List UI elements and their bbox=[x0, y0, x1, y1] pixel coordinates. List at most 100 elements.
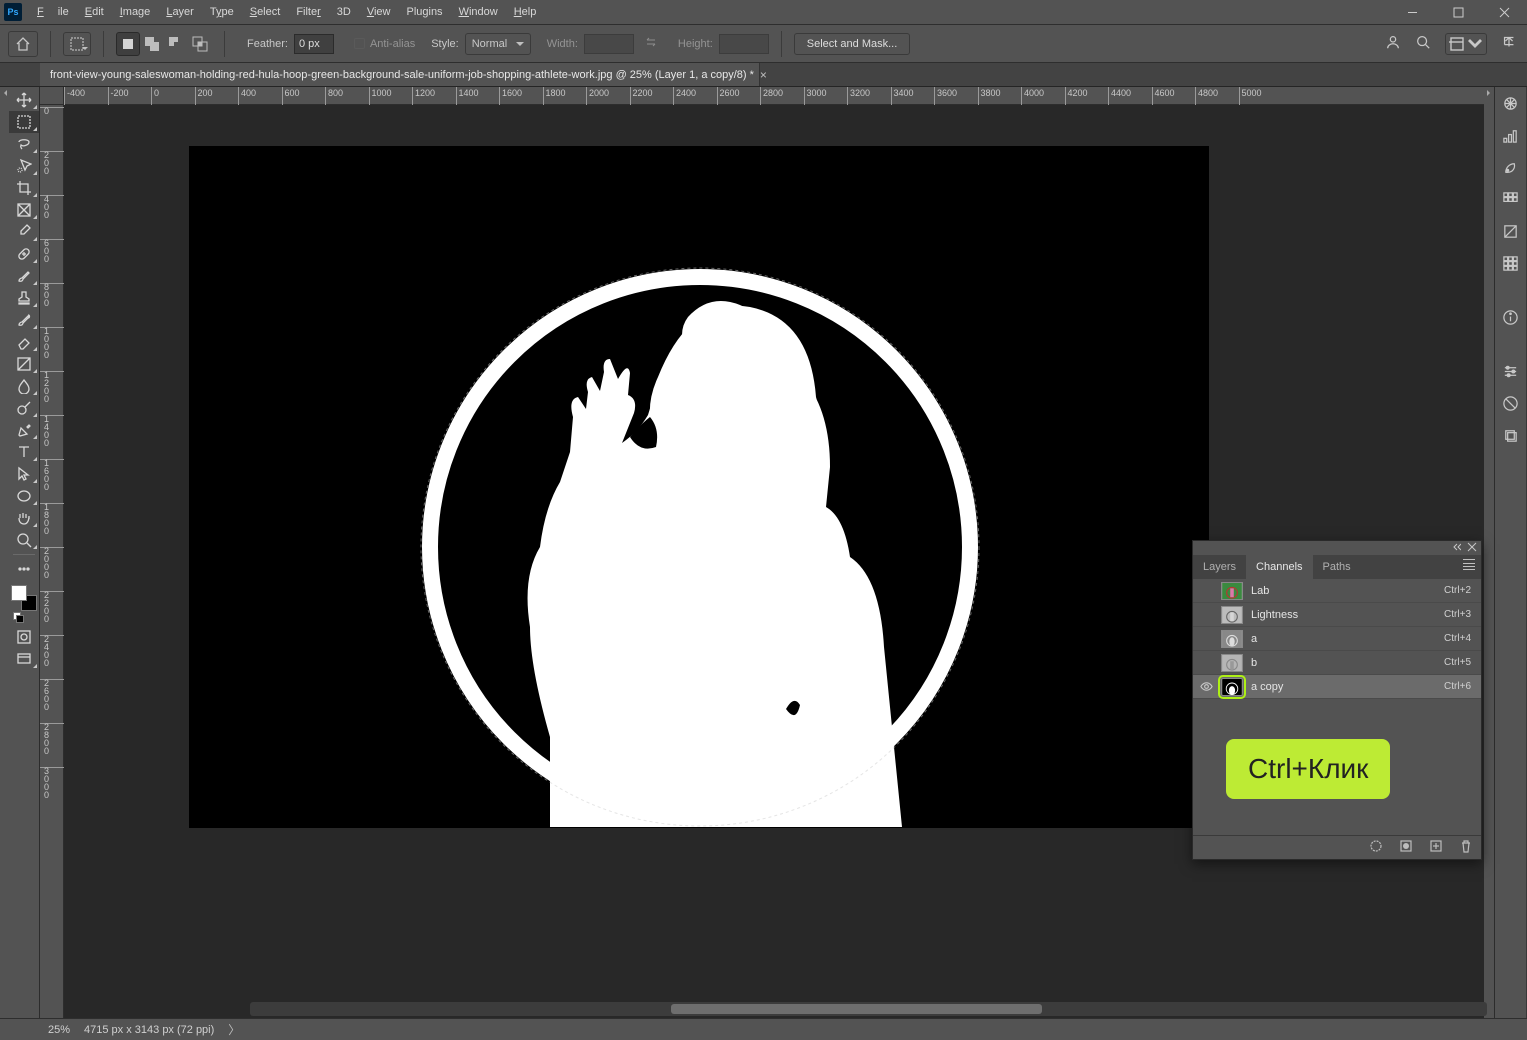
document-canvas[interactable] bbox=[190, 147, 1208, 827]
channel-row[interactable]: a Ctrl+4 bbox=[1193, 627, 1481, 651]
frame-tool[interactable] bbox=[9, 199, 39, 221]
zoom-level[interactable]: 25% bbox=[48, 1024, 70, 1036]
cloud-user-icon[interactable] bbox=[1385, 34, 1401, 53]
shape-tool[interactable] bbox=[9, 485, 39, 507]
delete-channel-icon[interactable] bbox=[1459, 839, 1473, 856]
swatches-panel-icon[interactable] bbox=[1501, 157, 1521, 177]
search-icon[interactable] bbox=[1415, 34, 1431, 53]
channel-thumb[interactable] bbox=[1221, 582, 1243, 600]
crop-tool[interactable] bbox=[9, 177, 39, 199]
feather-input[interactable] bbox=[294, 34, 334, 54]
visibility-toggle[interactable] bbox=[1199, 632, 1213, 646]
styles-panel-icon[interactable] bbox=[1501, 253, 1521, 273]
lasso-tool[interactable] bbox=[9, 133, 39, 155]
hand-tool[interactable] bbox=[9, 507, 39, 529]
gradients-panel-icon[interactable] bbox=[1501, 189, 1521, 209]
channel-row[interactable]: Lightness Ctrl+3 bbox=[1193, 603, 1481, 627]
channel-thumb[interactable] bbox=[1221, 678, 1243, 696]
visibility-toggle[interactable] bbox=[1199, 584, 1213, 598]
status-menu-chevron[interactable]: 〉 bbox=[228, 1021, 240, 1038]
zoom-tool[interactable] bbox=[9, 529, 39, 551]
doc-dimensions[interactable]: 4715 px x 3143 px (72 ppi) bbox=[84, 1024, 214, 1036]
blur-tool[interactable] bbox=[9, 375, 39, 397]
menu-window[interactable]: Window bbox=[452, 3, 505, 21]
canvas-hscroll[interactable] bbox=[250, 1002, 1487, 1016]
panel-collapse-icon[interactable] bbox=[1451, 542, 1461, 555]
patterns-panel-icon[interactable] bbox=[1501, 221, 1521, 241]
dodge-tool[interactable] bbox=[9, 397, 39, 419]
layers-panel-icon[interactable] bbox=[1501, 425, 1521, 445]
tab-channels[interactable]: Channels bbox=[1246, 555, 1312, 579]
panel-close-icon[interactable] bbox=[1467, 542, 1477, 555]
channels-panel[interactable]: Layers Channels Paths Lab Ctrl+2 Lightne… bbox=[1192, 540, 1482, 860]
adjustments-panel-icon[interactable] bbox=[1501, 125, 1521, 145]
style-select[interactable]: Normal bbox=[465, 33, 531, 55]
menu-edit[interactable]: Edit bbox=[78, 3, 111, 21]
properties-panel-icon[interactable] bbox=[1501, 361, 1521, 381]
home-button[interactable] bbox=[8, 31, 38, 57]
brush-tool[interactable] bbox=[9, 265, 39, 287]
menu-layer[interactable]: Layer bbox=[159, 3, 201, 21]
load-selection-icon[interactable] bbox=[1369, 839, 1383, 856]
visibility-toggle[interactable] bbox=[1199, 656, 1213, 670]
tool-preset-picker[interactable] bbox=[63, 32, 91, 56]
info-panel-icon[interactable] bbox=[1501, 307, 1521, 327]
selection-new[interactable] bbox=[116, 32, 140, 56]
quick-mask-toggle[interactable] bbox=[9, 626, 39, 648]
type-tool[interactable] bbox=[9, 441, 39, 463]
workspace-switcher[interactable] bbox=[1445, 33, 1487, 55]
right-dock-toggle[interactable] bbox=[1484, 87, 1494, 1018]
menu-select[interactable]: Select bbox=[243, 3, 288, 21]
menu-3d[interactable]: 3D bbox=[330, 3, 358, 21]
selection-subtract[interactable] bbox=[164, 32, 188, 56]
left-dock-toggle[interactable] bbox=[0, 87, 8, 1018]
ruler-origin[interactable] bbox=[40, 87, 64, 105]
quick-select-tool[interactable] bbox=[9, 155, 39, 177]
select-and-mask-button[interactable]: Select and Mask... bbox=[794, 33, 911, 55]
menu-file[interactable]: File bbox=[30, 3, 76, 21]
save-selection-icon[interactable] bbox=[1399, 839, 1413, 856]
libraries-panel-icon[interactable] bbox=[1501, 393, 1521, 413]
document-tab[interactable]: front-view-young-saleswoman-holding-red-… bbox=[40, 63, 760, 86]
selection-intersect[interactable] bbox=[188, 32, 212, 56]
channel-thumb[interactable] bbox=[1221, 630, 1243, 648]
scroll-thumb[interactable] bbox=[671, 1004, 1042, 1014]
window-maximize[interactable] bbox=[1435, 0, 1481, 25]
channel-row[interactable]: Lab Ctrl+2 bbox=[1193, 579, 1481, 603]
history-brush-tool[interactable] bbox=[9, 309, 39, 331]
panel-menu-icon[interactable] bbox=[1461, 559, 1477, 573]
ruler-vertical[interactable]: 0200400600800100012001400160018002000220… bbox=[40, 105, 64, 1018]
channel-row[interactable]: b Ctrl+5 bbox=[1193, 651, 1481, 675]
stamp-tool[interactable] bbox=[9, 287, 39, 309]
tab-paths[interactable]: Paths bbox=[1313, 555, 1361, 579]
edit-toolbar[interactable] bbox=[9, 558, 39, 580]
share-icon[interactable] bbox=[1501, 34, 1517, 53]
move-tool[interactable] bbox=[9, 89, 39, 111]
marquee-tool[interactable] bbox=[9, 111, 39, 133]
channel-row[interactable]: a copy Ctrl+6 bbox=[1193, 675, 1481, 699]
healing-tool[interactable] bbox=[9, 243, 39, 265]
selection-add[interactable] bbox=[140, 32, 164, 56]
eyedropper-tool[interactable] bbox=[9, 221, 39, 243]
ruler-horizontal[interactable]: -400-20002004006008001000120014001600180… bbox=[64, 87, 1484, 105]
visibility-toggle[interactable] bbox=[1199, 608, 1213, 622]
window-minimize[interactable] bbox=[1389, 0, 1435, 25]
pen-tool[interactable] bbox=[9, 419, 39, 441]
channel-thumb[interactable] bbox=[1221, 606, 1243, 624]
menu-image[interactable]: Image bbox=[113, 3, 158, 21]
window-close[interactable] bbox=[1481, 0, 1527, 25]
menu-view[interactable]: View bbox=[360, 3, 398, 21]
menu-filter[interactable]: Filter bbox=[289, 3, 327, 21]
color-panel-icon[interactable] bbox=[1501, 93, 1521, 113]
gradient-tool[interactable] bbox=[9, 353, 39, 375]
screen-mode[interactable] bbox=[9, 648, 39, 670]
eraser-tool[interactable] bbox=[9, 331, 39, 353]
menu-plugins[interactable]: Plugins bbox=[399, 3, 449, 21]
tab-layers[interactable]: Layers bbox=[1193, 555, 1246, 579]
close-icon[interactable]: × bbox=[760, 68, 767, 82]
color-swatches[interactable] bbox=[9, 580, 39, 614]
menu-help[interactable]: Help bbox=[507, 3, 544, 21]
new-channel-icon[interactable] bbox=[1429, 839, 1443, 856]
path-select-tool[interactable] bbox=[9, 463, 39, 485]
menu-type[interactable]: Type bbox=[203, 3, 241, 21]
